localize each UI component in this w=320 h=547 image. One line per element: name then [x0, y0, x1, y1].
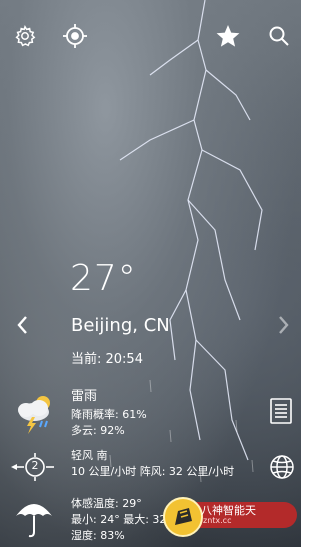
weather-screen: 27° Beijing, CN 当前: 20:54 雷雨 降雨概率: 61% 多…	[0, 0, 301, 547]
wind-speed: 10 公里/小时 阵风: 32 公里/小时	[71, 465, 235, 478]
previous-city-chevron-left-icon[interactable]	[12, 313, 34, 337]
details-document-icon[interactable]	[268, 397, 294, 425]
condition-row: 雷雨 降雨概率: 61% 多云: 92%	[0, 385, 301, 440]
condition-title: 雷雨	[71, 389, 98, 404]
cloud-cover: 多云: 92%	[71, 424, 125, 437]
favorite-star-icon[interactable]	[214, 22, 242, 50]
feels-like-temperature: 体感温度: 29°	[71, 497, 142, 510]
watermark-domain: zntx.cc	[203, 516, 232, 525]
umbrella-icon	[14, 498, 54, 540]
watermark-badge: 八神智能天 zntx.cc	[163, 497, 299, 537]
current-time: 当前: 20:54	[71, 352, 143, 367]
city-name: Beijing, CN	[71, 315, 170, 336]
next-city-chevron-right-icon[interactable]	[272, 313, 294, 337]
search-icon[interactable]	[265, 22, 293, 50]
precip-probability: 降雨概率: 61%	[71, 408, 147, 421]
globe-icon[interactable]	[269, 454, 295, 480]
wind-direction-icon: 2	[8, 452, 58, 482]
location-crosshair-icon[interactable]	[61, 22, 89, 50]
condition-text: 雷雨 降雨概率: 61% 多云: 92%	[71, 387, 147, 439]
wind-row: 2 轻风 南 10 公里/小时 阵风: 32 公里/小时	[0, 448, 301, 488]
wind-strength: 轻风 南	[71, 449, 108, 462]
feels-like-text: 体感温度: 29° 最小: 24° 最大: 32° 湿度: 83%	[71, 496, 172, 544]
current-temperature: 27°	[70, 258, 137, 299]
city-navigation: Beijing, CN	[0, 310, 301, 340]
humidity: 湿度: 83%	[71, 529, 125, 542]
settings-gear-icon[interactable]	[11, 22, 39, 50]
wind-force-number: 2	[31, 459, 39, 472]
min-max-temperature: 最小: 24° 最大: 32°	[71, 513, 172, 526]
watermark-logo-icon	[163, 497, 203, 537]
wind-text: 轻风 南 10 公里/小时 阵风: 32 公里/小时	[71, 448, 234, 480]
thunderstorm-icon	[12, 389, 58, 435]
